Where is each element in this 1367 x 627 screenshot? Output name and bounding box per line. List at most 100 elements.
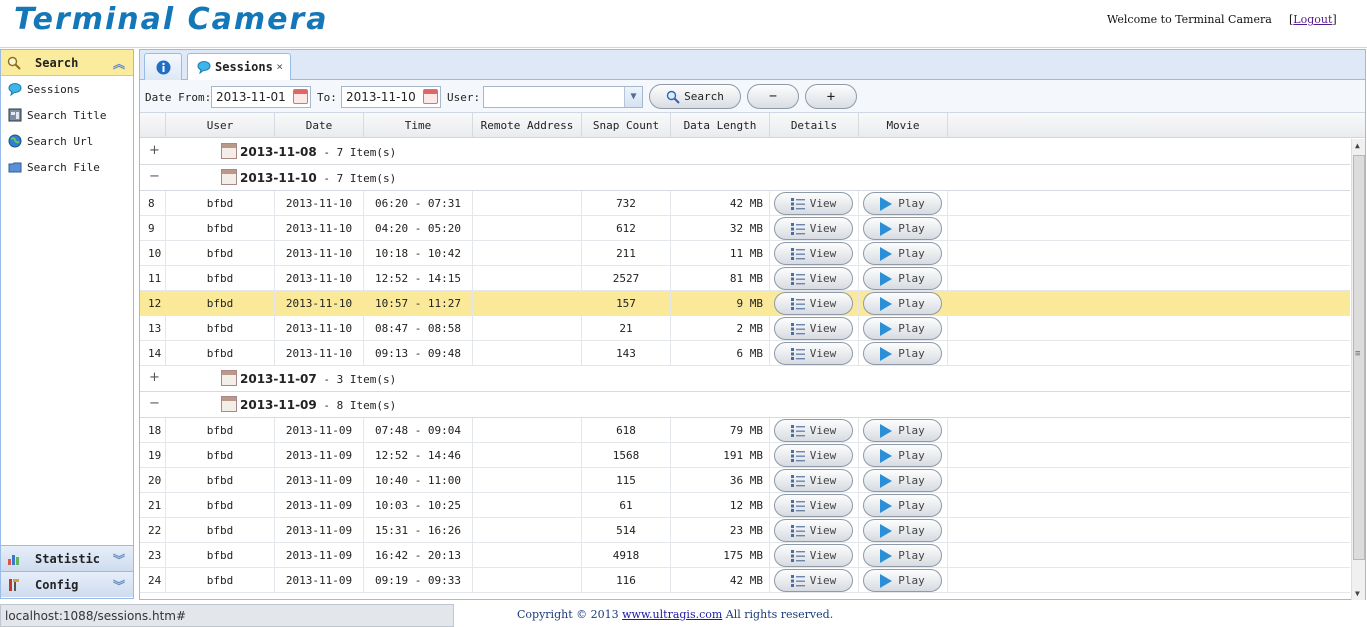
view-button[interactable]: View	[774, 242, 853, 265]
play-button[interactable]: Play	[863, 419, 942, 442]
view-button[interactable]: View	[774, 342, 853, 365]
play-button[interactable]: Play	[863, 342, 942, 365]
view-button[interactable]: View	[774, 444, 853, 467]
scroll-up-icon[interactable]: ▲	[1355, 141, 1360, 150]
table-row[interactable]: 13 bfbd 2013-11-10 08:47 - 08:58 21 2 MB View P…	[140, 316, 1350, 341]
view-button[interactable]: View	[774, 292, 853, 315]
copyright-prefix: Copyright © 2013	[517, 608, 623, 621]
sidebar-item-search-title[interactable]: Search Title	[1, 102, 133, 128]
table-row[interactable]: 18 bfbd 2013-11-09 07:48 - 09:04 618 79 MB Vie…	[140, 418, 1350, 443]
expand-all-button[interactable]: +	[805, 84, 857, 109]
play-button[interactable]: Play	[863, 242, 942, 265]
tab-sessions[interactable]: Sessions ×	[187, 53, 291, 80]
sidebar-item-sessions[interactable]: Sessions	[1, 76, 133, 102]
column-header-remote-address[interactable]: Remote Address	[473, 113, 582, 138]
play-button[interactable]: Play	[863, 519, 942, 542]
column-header-date[interactable]: Date	[275, 113, 364, 138]
group-row[interactable]: − 2013-11-09 - 8 Item(s)	[140, 392, 1350, 418]
view-button[interactable]: View	[774, 519, 853, 542]
view-button[interactable]: View	[774, 317, 853, 340]
calendar-icon[interactable]	[293, 89, 308, 104]
config-section-header[interactable]: Config ︾	[1, 571, 133, 597]
search-section-header[interactable]: Search ︽	[1, 50, 133, 76]
collapse-icon[interactable]: −	[149, 397, 160, 410]
date-to-field[interactable]: 2013-11-10	[341, 86, 441, 108]
view-button-label: View	[809, 347, 837, 360]
expand-icon[interactable]: +	[149, 371, 160, 384]
collapse-all-button[interactable]: −	[747, 84, 799, 109]
group-row[interactable]: +2013-11-08 - 7 Item(s)	[140, 139, 1350, 165]
column-header-snap-count[interactable]: Snap Count	[582, 113, 671, 138]
cell-movie: Play	[859, 468, 948, 493]
chevron-down-icon[interactable]: ︾	[113, 577, 125, 594]
view-button[interactable]: View	[774, 217, 853, 240]
play-button[interactable]: Play	[863, 494, 942, 517]
date-from-value: 2013-11-01	[216, 90, 286, 104]
view-button[interactable]: View	[774, 267, 853, 290]
chevron-down-icon[interactable]: ▼	[624, 87, 642, 107]
view-button[interactable]: View	[774, 469, 853, 492]
user-select[interactable]: ▼	[483, 86, 643, 108]
play-button[interactable]: Play	[863, 569, 942, 592]
collapse-icon[interactable]: −	[149, 170, 160, 183]
group-row[interactable]: − 2013-11-10 - 7 Item(s)	[140, 165, 1350, 191]
close-icon[interactable]: ×	[276, 60, 283, 73]
table-row[interactable]: 14 bfbd 2013-11-10 09:13 - 09:48 143 6 MB View…	[140, 341, 1350, 366]
sidebar-item-search-file[interactable]: Search File	[1, 154, 133, 180]
table-row[interactable]: 23 bfbd 2013-11-09 16:42 - 20:13 4918 175 MB V…	[140, 543, 1350, 568]
vertical-scrollbar[interactable]: ▲ ≡ ▼	[1351, 139, 1365, 600]
column-header-time[interactable]: Time	[364, 113, 473, 138]
cell-remote-address	[473, 543, 582, 568]
view-button[interactable]: View	[774, 419, 853, 442]
table-row[interactable]: 24 bfbd 2013-11-09 09:19 - 09:33 116 42 MB Vie…	[140, 568, 1350, 593]
column-header-user[interactable]: User	[166, 113, 275, 138]
play-button[interactable]: Play	[863, 444, 942, 467]
cell-details: View	[770, 191, 859, 216]
play-button[interactable]: Play	[863, 469, 942, 492]
date-from-field[interactable]: 2013-11-01	[211, 86, 311, 108]
group-row[interactable]: +2013-11-07 - 3 Item(s)	[140, 366, 1350, 392]
view-button[interactable]: View	[774, 494, 853, 517]
table-row[interactable]: 19 bfbd 2013-11-09 12:52 - 14:46 1568 191 MB V…	[140, 443, 1350, 468]
info-icon	[156, 60, 170, 74]
company-link[interactable]: www.ultragis.com	[622, 608, 722, 621]
logout-link[interactable]: Logout	[1293, 13, 1332, 26]
cell-date: 2013-11-09	[275, 418, 364, 443]
play-button[interactable]: Play	[863, 317, 942, 340]
play-button[interactable]: Play	[863, 267, 942, 290]
column-header-data-length[interactable]: Data Length	[671, 113, 770, 138]
view-button[interactable]: View	[774, 544, 853, 567]
view-button[interactable]: View	[774, 569, 853, 592]
browser-status-bar: localhost:1088/sessions.htm#	[0, 604, 454, 627]
play-button[interactable]: Play	[863, 217, 942, 240]
table-row[interactable]: 10 bfbd 2013-11-10 10:18 - 10:42 211 11 MB Vie…	[140, 241, 1350, 266]
column-header-details[interactable]: Details	[770, 113, 859, 138]
table-row[interactable]: 11 bfbd 2013-11-10 12:52 - 14:15 2527 81 MB Vi…	[140, 266, 1350, 291]
column-header-movie[interactable]: Movie	[859, 113, 948, 138]
list-icon	[790, 297, 805, 310]
table-row[interactable]: 21 bfbd 2013-11-09 10:03 - 10:25 61 12 MB View…	[140, 493, 1350, 518]
expand-icon[interactable]: +	[149, 144, 160, 157]
calendar-icon[interactable]	[423, 89, 438, 104]
view-button[interactable]: View	[774, 192, 853, 215]
search-button[interactable]: Search	[649, 84, 741, 109]
chevron-up-icon[interactable]: ︽	[113, 55, 125, 72]
play-icon	[880, 523, 893, 538]
statistic-section-header[interactable]: Statistic ︾	[1, 545, 133, 571]
table-row[interactable]: 22 bfbd 2013-11-09 15:31 - 16:26 514 23 MB Vie…	[140, 518, 1350, 543]
sidebar-item-search-url[interactable]: Search Url	[1, 128, 133, 154]
tab-info[interactable]	[144, 53, 182, 80]
table-row[interactable]: 8 bfbd 2013-11-10 06:20 - 07:31 732 42 MB View…	[140, 191, 1350, 216]
table-row[interactable]: 9 bfbd 2013-11-10 04:20 - 05:20 612 32 MB View…	[140, 216, 1350, 241]
play-button[interactable]: Play	[863, 292, 942, 315]
chevron-down-icon[interactable]: ︾	[113, 551, 125, 568]
config-section-label: Config	[35, 577, 79, 592]
view-button-label: View	[809, 272, 837, 285]
scroll-down-icon[interactable]: ▼	[1355, 589, 1360, 598]
cell-user: bfbd	[166, 241, 275, 266]
play-button[interactable]: Play	[863, 544, 942, 567]
table-row[interactable]: 20 bfbd 2013-11-09 10:40 - 11:00 115 36 MB Vie…	[140, 468, 1350, 493]
play-button[interactable]: Play	[863, 192, 942, 215]
table-row[interactable]: 12 bfbd 2013-11-10 10:57 - 11:27 157 9 MB View…	[140, 291, 1350, 316]
list-icon	[790, 524, 805, 537]
